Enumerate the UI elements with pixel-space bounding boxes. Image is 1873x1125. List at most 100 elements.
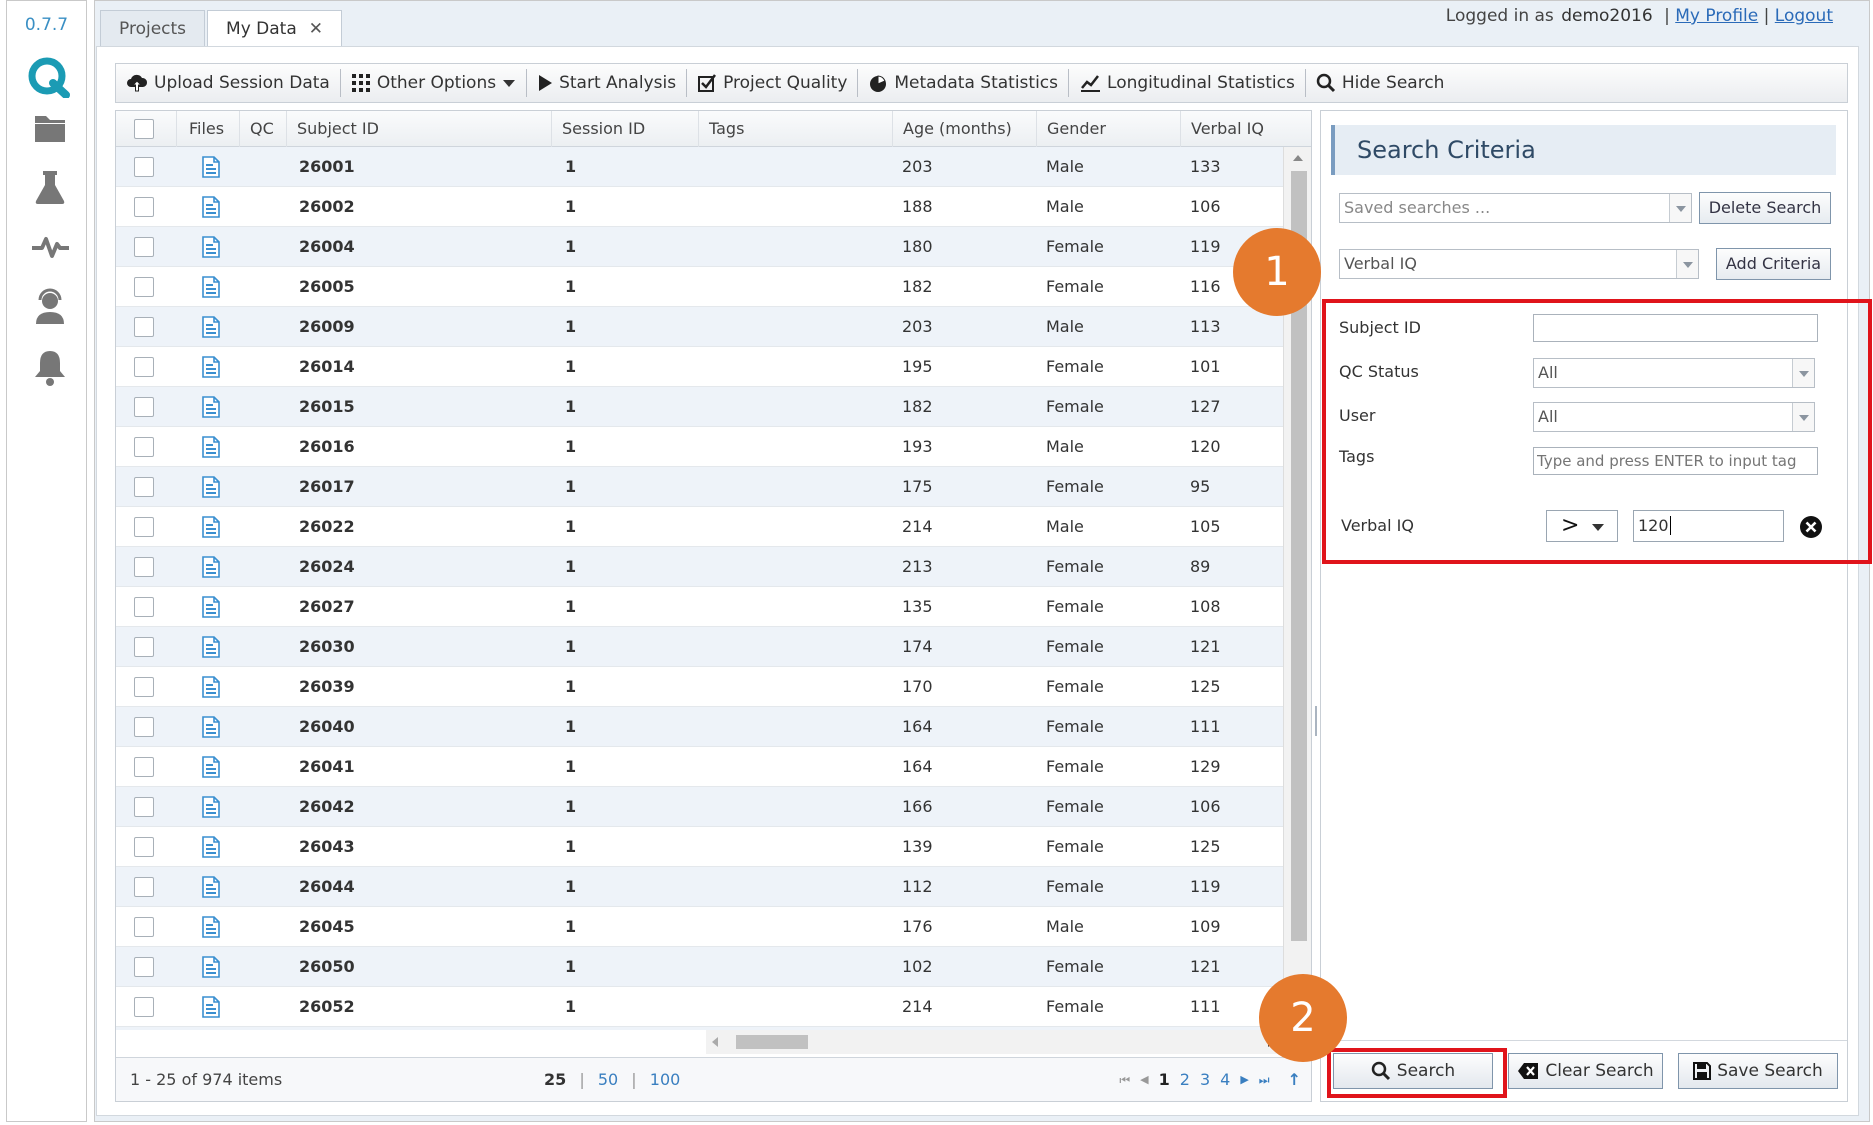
app-logo-icon[interactable] (26, 56, 72, 98)
file-icon[interactable] (200, 276, 222, 298)
row-checkbox[interactable] (134, 717, 154, 737)
page-size-25[interactable]: 25 (544, 1070, 566, 1089)
file-icon[interactable] (200, 956, 222, 978)
col-qc[interactable]: QC (239, 111, 286, 147)
page-size-50[interactable]: 50 (598, 1070, 618, 1089)
file-icon[interactable] (200, 476, 222, 498)
other-options-button[interactable]: Other Options (341, 69, 528, 97)
table-row[interactable]: 26030 1 174 Female 121 (116, 627, 1283, 667)
logout-link[interactable]: Logout (1775, 6, 1833, 26)
save-search-button[interactable]: Save Search (1678, 1053, 1838, 1089)
table-row[interactable]: 26009 1 203 Male 113 (116, 307, 1283, 347)
table-row[interactable]: 26024 1 213 Female 89 (116, 547, 1283, 587)
table-row[interactable]: 26039 1 170 Female 125 (116, 667, 1283, 707)
table-row[interactable]: 26014 1 195 Female 101 (116, 347, 1283, 387)
delete-search-button[interactable]: Delete Search (1699, 192, 1831, 224)
prev-page-icon[interactable]: ◀ (1140, 1058, 1148, 1101)
table-row[interactable]: 26002 1 188 Male 106 (116, 187, 1283, 227)
table-row[interactable]: 26050 1 102 Female 121 (116, 947, 1283, 987)
close-icon[interactable]: ✕ (309, 11, 323, 47)
table-row[interactable]: 26004 1 180 Female 119 (116, 227, 1283, 267)
table-row[interactable]: 26001 1 203 Male 133 (116, 147, 1283, 187)
col-gender[interactable]: Gender (1036, 111, 1180, 147)
table-row[interactable]: 26017 1 175 Female 95 (116, 467, 1283, 507)
project-quality-button[interactable]: Project Quality (687, 69, 859, 97)
row-checkbox[interactable] (134, 517, 154, 537)
tab-projects[interactable]: Projects (100, 10, 206, 46)
file-icon[interactable] (200, 556, 222, 578)
row-checkbox[interactable] (134, 557, 154, 577)
file-icon[interactable] (200, 716, 222, 738)
col-age[interactable]: Age (months) (892, 111, 1036, 147)
row-checkbox[interactable] (134, 477, 154, 497)
my-profile-link[interactable]: My Profile (1675, 6, 1758, 26)
row-checkbox[interactable] (134, 437, 154, 457)
file-icon[interactable] (200, 316, 222, 338)
file-icon[interactable] (200, 836, 222, 858)
row-checkbox[interactable] (134, 277, 154, 297)
page-size-100[interactable]: 100 (650, 1070, 681, 1089)
metadata-statistics-button[interactable]: Metadata Statistics (858, 69, 1070, 97)
row-checkbox[interactable] (134, 157, 154, 177)
row-checkbox[interactable] (134, 877, 154, 897)
table-row[interactable]: 26027 1 135 Female 108 (116, 587, 1283, 627)
saved-searches-select[interactable]: Saved searches ... (1339, 193, 1692, 223)
chevron-down-icon[interactable] (1676, 250, 1698, 278)
col-session-id[interactable]: Session ID (551, 111, 698, 147)
header-select-all[interactable] (116, 111, 176, 147)
table-row[interactable]: 26041 1 164 Female 129 (116, 747, 1283, 787)
file-icon[interactable] (200, 756, 222, 778)
splitter-grip[interactable] (1315, 706, 1317, 736)
table-row[interactable]: 26015 1 182 Female 127 (116, 387, 1283, 427)
scroll-up-icon[interactable] (1292, 153, 1304, 163)
page-2[interactable]: 2 (1180, 1058, 1190, 1101)
row-checkbox[interactable] (134, 317, 154, 337)
row-checkbox[interactable] (134, 797, 154, 817)
clear-search-button[interactable]: Clear Search (1508, 1053, 1663, 1089)
file-icon[interactable] (200, 396, 222, 418)
file-icon[interactable] (200, 996, 222, 1018)
file-icon[interactable] (200, 516, 222, 538)
row-checkbox[interactable] (134, 837, 154, 857)
file-icon[interactable] (200, 356, 222, 378)
col-subject-id[interactable]: Subject ID (286, 111, 551, 147)
row-checkbox[interactable] (134, 597, 154, 617)
select-all-checkbox[interactable] (134, 119, 154, 139)
file-icon[interactable] (200, 916, 222, 938)
row-checkbox[interactable] (134, 997, 154, 1017)
row-checkbox[interactable] (134, 637, 154, 657)
longitudinal-statistics-button[interactable]: Longitudinal Statistics (1069, 69, 1306, 97)
row-checkbox[interactable] (134, 357, 154, 377)
add-criteria-button[interactable]: Add Criteria (1716, 248, 1831, 280)
page-1[interactable]: 1 (1159, 1058, 1170, 1101)
col-verbal-iq[interactable]: Verbal IQ (1180, 111, 1311, 147)
row-checkbox[interactable] (134, 197, 154, 217)
scroll-top-icon[interactable]: ↑ (1288, 1058, 1301, 1101)
file-icon[interactable] (200, 596, 222, 618)
table-row[interactable]: 26045 1 176 Male 109 (116, 907, 1283, 947)
file-icon[interactable] (200, 436, 222, 458)
file-icon[interactable] (200, 196, 222, 218)
start-analysis-button[interactable]: Start Analysis (527, 69, 688, 97)
col-files[interactable]: Files (176, 111, 239, 147)
table-row[interactable]: 26022 1 214 Male 105 (116, 507, 1283, 547)
tab-my-data[interactable]: My Data ✕ (207, 10, 343, 47)
criteria-select[interactable]: Verbal IQ (1339, 249, 1699, 279)
row-checkbox[interactable] (134, 237, 154, 257)
upload-session-button[interactable]: Upload Session Data (116, 69, 341, 97)
file-icon[interactable] (200, 636, 222, 658)
table-row[interactable]: 26040 1 164 Female 111 (116, 707, 1283, 747)
file-icon[interactable] (200, 876, 222, 898)
col-tags[interactable]: Tags (698, 111, 892, 147)
flask-icon[interactable] (29, 166, 71, 208)
row-checkbox[interactable] (134, 917, 154, 937)
last-page-icon[interactable]: ⏭ (1259, 1058, 1270, 1101)
table-row[interactable]: 26043 1 139 Female 125 (116, 827, 1283, 867)
file-icon[interactable] (200, 796, 222, 818)
folder-icon[interactable] (29, 106, 71, 148)
hide-search-button[interactable]: Hide Search (1306, 69, 1455, 97)
file-icon[interactable] (200, 676, 222, 698)
table-row[interactable]: 26005 1 182 Female 116 (116, 267, 1283, 307)
row-checkbox[interactable] (134, 757, 154, 777)
chevron-down-icon[interactable] (1669, 194, 1691, 222)
